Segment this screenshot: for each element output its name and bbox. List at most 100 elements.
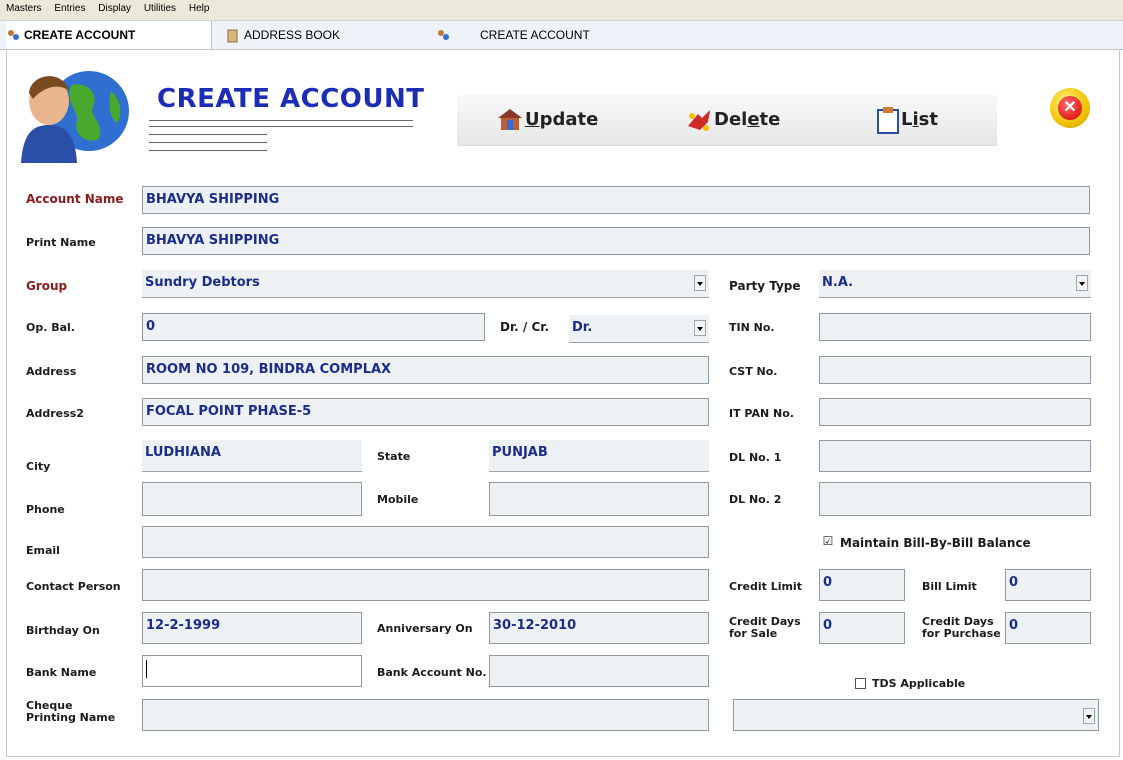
contact-person-label: Contact Person (26, 580, 121, 593)
birthday-label: Birthday On (26, 624, 100, 637)
birthday-field[interactable]: 12-2-1999 (142, 612, 362, 644)
it-pan-field[interactable] (819, 398, 1091, 426)
party-type-label: Party Type (729, 279, 801, 293)
menu-bar: Masters Entries Display Utilities Help (0, 0, 1123, 20)
menu-display[interactable]: Display (98, 3, 131, 14)
dr-cr-select[interactable]: Dr. (569, 315, 709, 343)
checkbox-icon[interactable] (855, 677, 866, 689)
city-field[interactable]: LUDHIANA (142, 440, 362, 472)
update-icon (498, 109, 522, 130)
close-icon: ✕ (1058, 96, 1082, 120)
mobile-label: Mobile (377, 493, 419, 506)
dl2-field[interactable] (819, 482, 1091, 516)
phone-field[interactable] (142, 482, 362, 516)
bank-name-field[interactable] (142, 655, 362, 687)
credit-days-sale-label: Credit Days for Sale (729, 615, 801, 640)
clipboard-icon (877, 107, 899, 134)
it-pan-label: IT PAN No. (729, 407, 794, 420)
state-field[interactable]: PUNJAB (489, 440, 709, 472)
title-underline (149, 120, 413, 121)
address-field[interactable]: ROOM NO 109, BINDRA COMPLAX (142, 356, 709, 384)
email-field[interactable] (142, 526, 709, 558)
title-underline (149, 142, 267, 143)
chevron-down-icon[interactable] (1083, 708, 1095, 724)
phone-label: Phone (26, 503, 65, 516)
people-icon (438, 29, 449, 40)
tab-label: CREATE ACCOUNT (480, 28, 590, 42)
tin-field[interactable] (819, 313, 1091, 341)
cheque-printing-name-label: Cheque Printing Name (26, 699, 116, 724)
chevron-down-icon[interactable] (1076, 275, 1088, 291)
state-label: State (377, 450, 411, 463)
credit-limit-field[interactable]: 0 (819, 569, 905, 601)
menu-help[interactable]: Help (189, 3, 210, 14)
toolbar: Update Delete List (457, 95, 997, 146)
email-label: Email (26, 544, 60, 557)
maintain-bill-checkbox[interactable]: ☑ Maintain Bill-By-Bill Balance (822, 535, 1031, 550)
bank-account-label: Bank Account No. (377, 666, 487, 679)
contact-person-field[interactable] (142, 569, 709, 601)
anniversary-field[interactable]: 30-12-2010 (489, 612, 709, 644)
close-button[interactable]: ✕ (1050, 88, 1090, 128)
cheque-printing-name-field[interactable] (142, 699, 709, 731)
tin-label: TIN No. (729, 321, 775, 334)
address-label: Address (26, 365, 77, 378)
op-bal-field[interactable]: 0 (142, 313, 485, 341)
dl1-label: DL No. 1 (729, 451, 782, 464)
address2-label: Address2 (26, 407, 84, 420)
tab-create-account-2[interactable]: CREATE ACCOUNT (436, 21, 636, 49)
cst-field[interactable] (819, 356, 1091, 384)
tds-checkbox[interactable]: TDS Applicable (855, 677, 965, 690)
chevron-down-icon[interactable] (694, 275, 706, 291)
update-button[interactable]: Update (495, 105, 598, 135)
page-title: CREATE ACCOUNT (157, 84, 425, 114)
menu-masters[interactable]: Masters (6, 3, 42, 14)
mobile-field[interactable] (489, 482, 709, 516)
city-label: City (26, 460, 51, 473)
group-select-value: Sundry Debtors (145, 275, 260, 290)
tab-label: CREATE ACCOUNT (24, 28, 136, 42)
bill-limit-field[interactable]: 0 (1005, 569, 1091, 601)
account-name-field[interactable]: BHAVYA SHIPPING (142, 186, 1090, 214)
delete-button[interactable]: Delete (684, 105, 780, 135)
anniversary-label: Anniversary On (377, 622, 473, 635)
bank-name-label: Bank Name (26, 666, 97, 679)
tab-bar: CREATE ACCOUNT ADDRESS BOOK CREATE ACCOU… (0, 20, 1123, 50)
dr-cr-label: Dr. / Cr. (500, 320, 550, 334)
print-name-field[interactable]: BHAVYA SHIPPING (142, 227, 1090, 255)
party-type-select[interactable]: N.A. (819, 270, 1091, 298)
user-globe-icon (21, 71, 129, 163)
address2-field[interactable]: FOCAL POINT PHASE-5 (142, 398, 709, 426)
book-icon (227, 29, 238, 43)
credit-days-purchase-field[interactable]: 0 (1005, 612, 1091, 644)
dl2-label: DL No. 2 (729, 493, 782, 506)
op-bal-label: Op. Bal. (26, 321, 75, 334)
group-select[interactable]: Sundry Debtors (142, 270, 709, 298)
credit-limit-label: Credit Limit (729, 580, 802, 593)
bank-account-field[interactable] (489, 655, 709, 687)
bottom-select[interactable] (733, 699, 1099, 731)
credit-days-purchase-label: Credit Days for Purchase (922, 615, 1001, 640)
bill-limit-label: Bill Limit (922, 580, 977, 593)
chevron-down-icon[interactable] (694, 320, 706, 336)
print-name-label: Print Name (26, 236, 96, 249)
menu-utilities[interactable]: Utilities (144, 3, 176, 14)
text-cursor (146, 659, 147, 678)
title-underline (149, 150, 267, 151)
credit-days-sale-field[interactable]: 0 (819, 612, 905, 644)
group-label: Group (26, 279, 68, 293)
dr-cr-select-value: Dr. (572, 320, 593, 335)
title-underline (149, 134, 267, 135)
account-name-label: Account Name (26, 192, 124, 206)
cst-label: CST No. (729, 365, 778, 378)
tab-address-book[interactable]: ADDRESS BOOK (226, 21, 406, 49)
dl1-field[interactable] (819, 440, 1091, 472)
menu-entries[interactable]: Entries (54, 3, 85, 14)
maintain-bill-label: Maintain Bill-By-Bill Balance (840, 536, 1031, 550)
list-button[interactable]: List (875, 105, 938, 135)
tab-create-account[interactable]: CREATE ACCOUNT (6, 21, 212, 49)
tds-label: TDS Applicable (872, 677, 966, 690)
checkbox-checked-icon[interactable]: ☑ (822, 535, 834, 549)
form-panel: CREATE ACCOUNT Update Delete List ✕ Acco… (6, 49, 1120, 757)
title-underline (149, 126, 413, 127)
